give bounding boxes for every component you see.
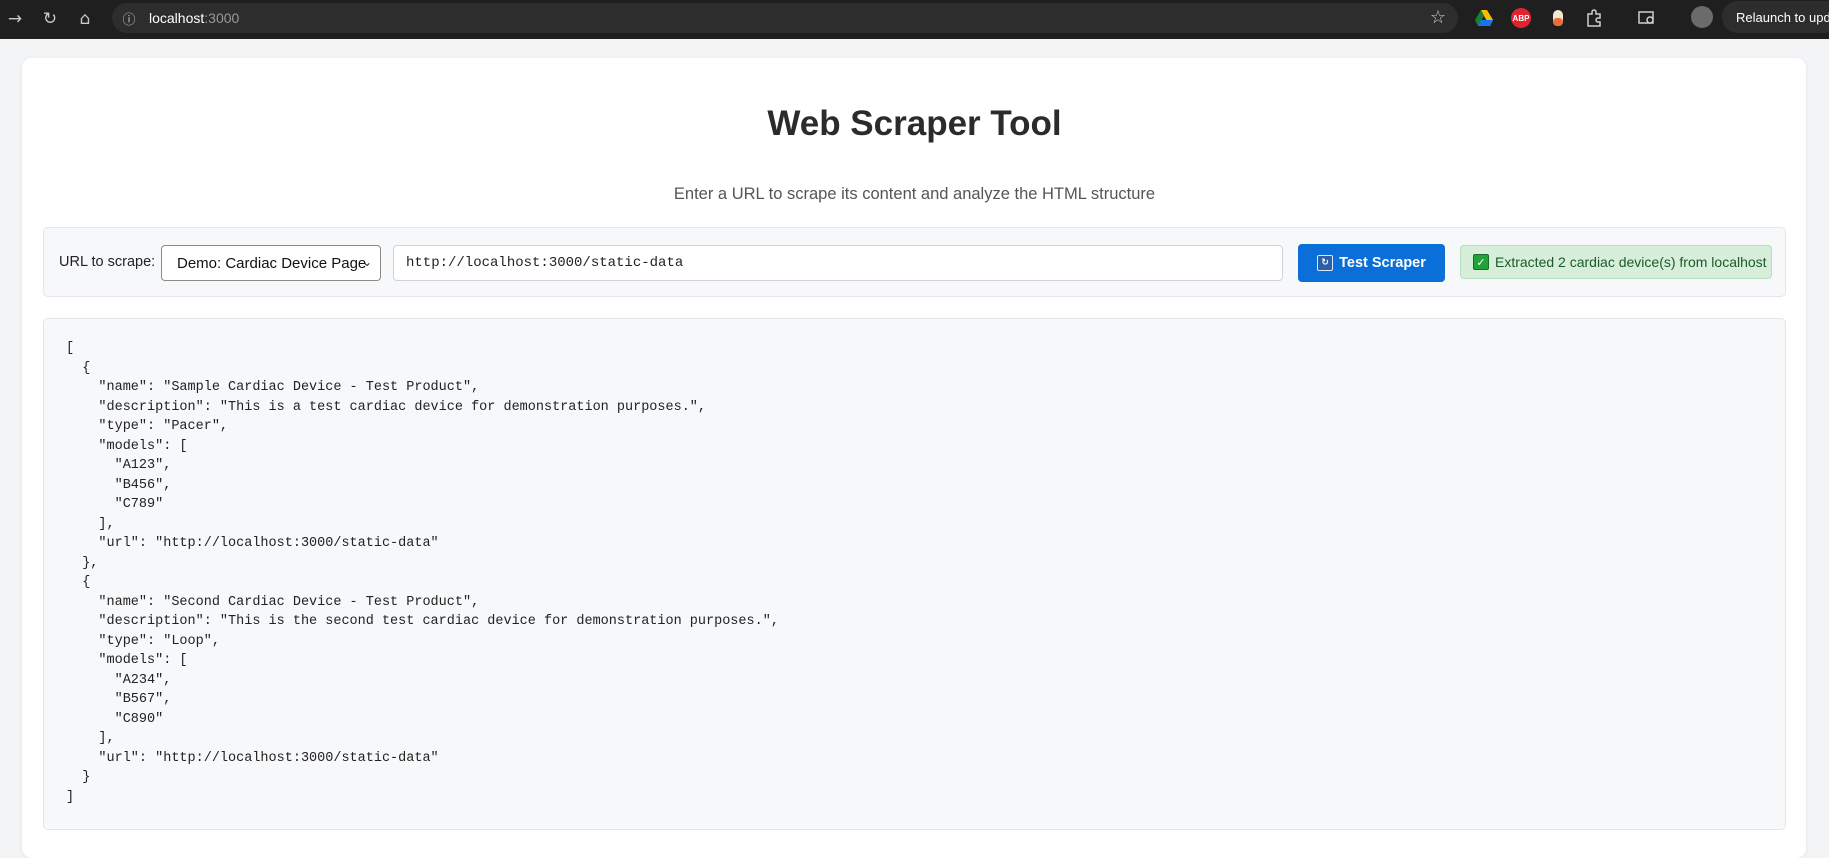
status-message: ✓ Extracted 2 cardiac device(s) from loc… bbox=[1460, 245, 1772, 279]
google-drive-icon[interactable] bbox=[1474, 8, 1494, 28]
page-subtitle: Enter a URL to scrape its content and an… bbox=[673, 185, 1156, 203]
reload-icon[interactable]: ↻ bbox=[37, 6, 63, 32]
results-panel: [ { "name": "Sample Cardiac Device - Tes… bbox=[43, 318, 1786, 830]
check-icon: ✓ bbox=[1473, 254, 1489, 270]
extension-pill-icon[interactable] bbox=[1548, 8, 1568, 28]
demo-select[interactable]: Demo: Cardiac Device Page ⌄ bbox=[161, 245, 381, 281]
address-text[interactable]: localhost:3000 bbox=[149, 10, 239, 26]
tab-search-icon[interactable] bbox=[1637, 8, 1657, 28]
address-host: localhost bbox=[149, 10, 205, 26]
status-text: Extracted 2 cardiac device(s) from local… bbox=[1495, 254, 1767, 270]
site-info-icon[interactable]: ⓘ bbox=[120, 9, 138, 28]
results-json: [ { "name": "Sample Cardiac Device - Tes… bbox=[66, 341, 779, 805]
puzzle-icon[interactable] bbox=[1584, 8, 1604, 28]
test-scraper-button[interactable]: ↻ Test Scraper bbox=[1298, 244, 1445, 282]
home-icon[interactable]: ⌂ bbox=[72, 6, 98, 32]
chevron-down-icon: ⌄ bbox=[361, 255, 372, 269]
forward-icon[interactable]: → bbox=[2, 6, 28, 32]
page-title: Web Scraper Tool bbox=[767, 104, 1062, 143]
url-input[interactable] bbox=[393, 245, 1283, 281]
demo-select-value: Demo: Cardiac Device Page bbox=[177, 254, 367, 272]
address-port: :3000 bbox=[204, 10, 240, 26]
test-scraper-label: Test Scraper bbox=[1339, 255, 1426, 271]
profile-avatar[interactable] bbox=[1691, 6, 1713, 28]
relaunch-label: Relaunch to upda bbox=[1736, 9, 1829, 25]
bookmark-star-icon[interactable]: ☆ bbox=[1430, 7, 1446, 28]
relaunch-button[interactable]: Relaunch to upda bbox=[1722, 1, 1829, 33]
abp-icon[interactable]: ABP bbox=[1511, 8, 1531, 28]
abp-label: ABP bbox=[1512, 13, 1530, 23]
refresh-icon: ↻ bbox=[1317, 255, 1334, 271]
scraper-controls: URL to scrape: Demo: Cardiac Device Page… bbox=[43, 227, 1786, 297]
browser-toolbar: → ↻ ⌂ ⓘ localhost:3000 ☆ ABP Relaunch to… bbox=[0, 0, 1829, 39]
url-label: URL to scrape: bbox=[59, 254, 156, 270]
address-bar[interactable]: ⓘ localhost:3000 ☆ bbox=[112, 3, 1458, 33]
